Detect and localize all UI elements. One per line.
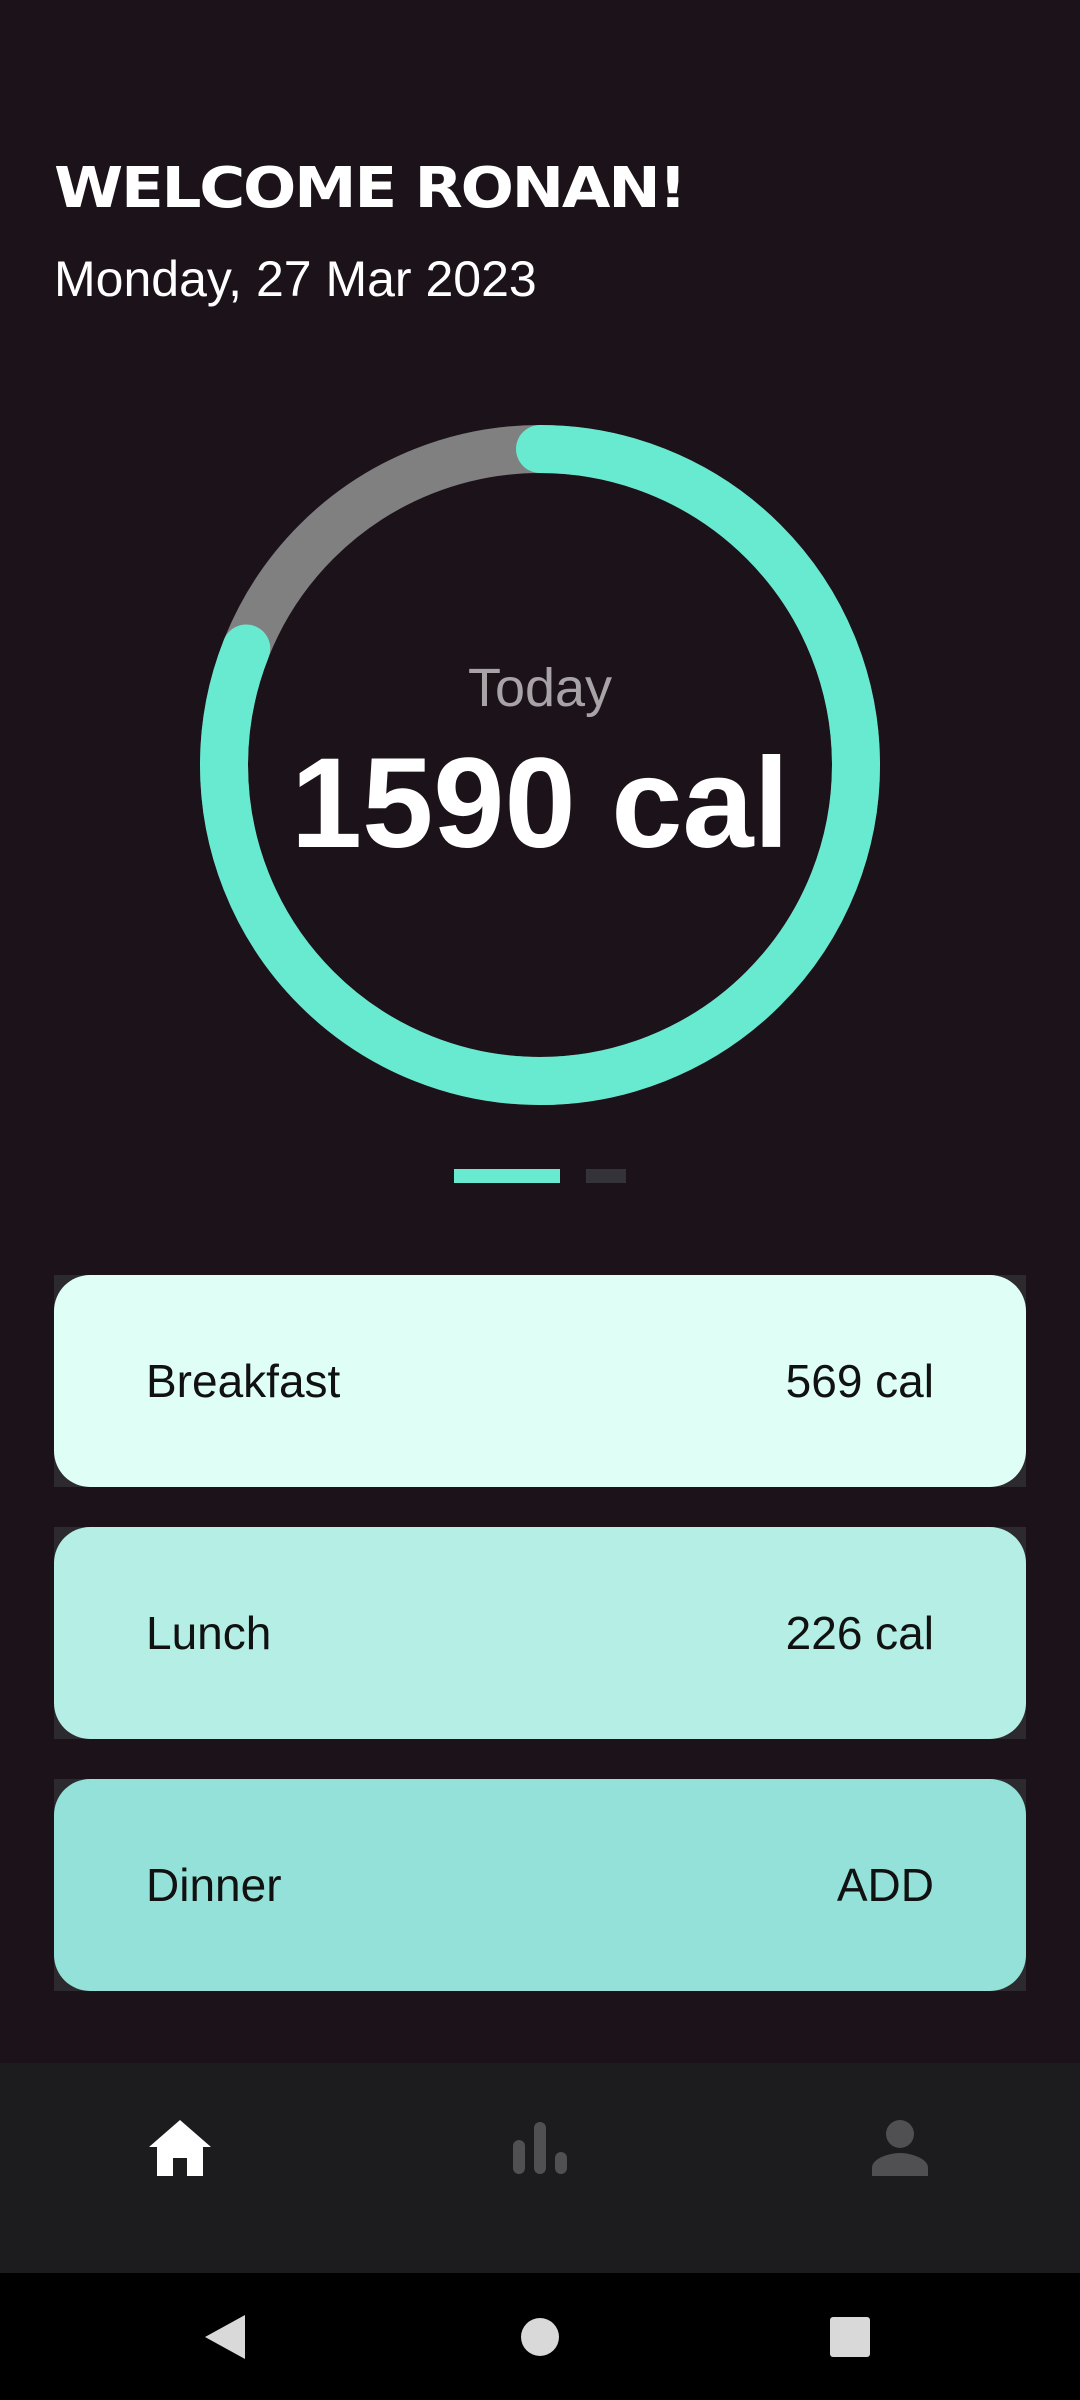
back-icon — [205, 2314, 245, 2359]
meal-card-dinner[interactable]: Dinner ADD — [54, 1779, 1026, 1991]
system-back-button[interactable] — [165, 2273, 285, 2400]
home-icon — [149, 2120, 211, 2176]
meal-calories: 226 cal — [785, 1607, 934, 1659]
person-icon — [872, 2120, 928, 2176]
system-home-button[interactable] — [480, 2273, 600, 2400]
system-navigation-bar — [0, 2273, 1080, 2400]
meal-name: Breakfast — [146, 1355, 341, 1407]
meal-calories: 569 cal — [785, 1355, 934, 1407]
meal-card-breakfast[interactable]: Breakfast 569 cal — [54, 1275, 1026, 1487]
meal-row-breakfast: Breakfast 569 cal — [54, 1275, 1026, 1487]
pager-indicator-active[interactable] — [454, 1169, 560, 1183]
home-circle-icon — [521, 2317, 559, 2356]
welcome-title: WELCOME RONAN! — [54, 156, 687, 221]
nav-profile-button[interactable] — [800, 2063, 1000, 2233]
system-recents-button[interactable] — [790, 2273, 910, 2400]
calorie-progress-ring: Today 1590 cal — [200, 425, 880, 1105]
ring-period-label: Today — [467, 658, 613, 718]
meal-row-lunch: Lunch 226 cal — [54, 1527, 1026, 1739]
recents-icon — [830, 2316, 870, 2357]
meal-card-lunch[interactable]: Lunch 226 cal — [54, 1527, 1026, 1739]
home-screen: WELCOME RONAN! Monday, 27 Mar 2023 Today… — [0, 0, 1080, 2400]
total-calories-value: 1590 cal — [290, 732, 790, 875]
meal-name: Lunch — [146, 1607, 272, 1659]
bar-chart-icon — [513, 2122, 567, 2174]
bottom-navigation-bar — [0, 2063, 1080, 2273]
add-meal-button[interactable]: ADD — [837, 1858, 934, 1912]
meal-name: Dinner — [146, 1859, 282, 1911]
pager-indicator[interactable] — [586, 1169, 626, 1183]
nav-home-button[interactable] — [80, 2063, 280, 2233]
meal-row-dinner: Dinner ADD — [54, 1779, 1026, 1991]
nav-stats-button[interactable] — [440, 2063, 640, 2233]
current-date: Monday, 27 Mar 2023 — [54, 251, 537, 307]
